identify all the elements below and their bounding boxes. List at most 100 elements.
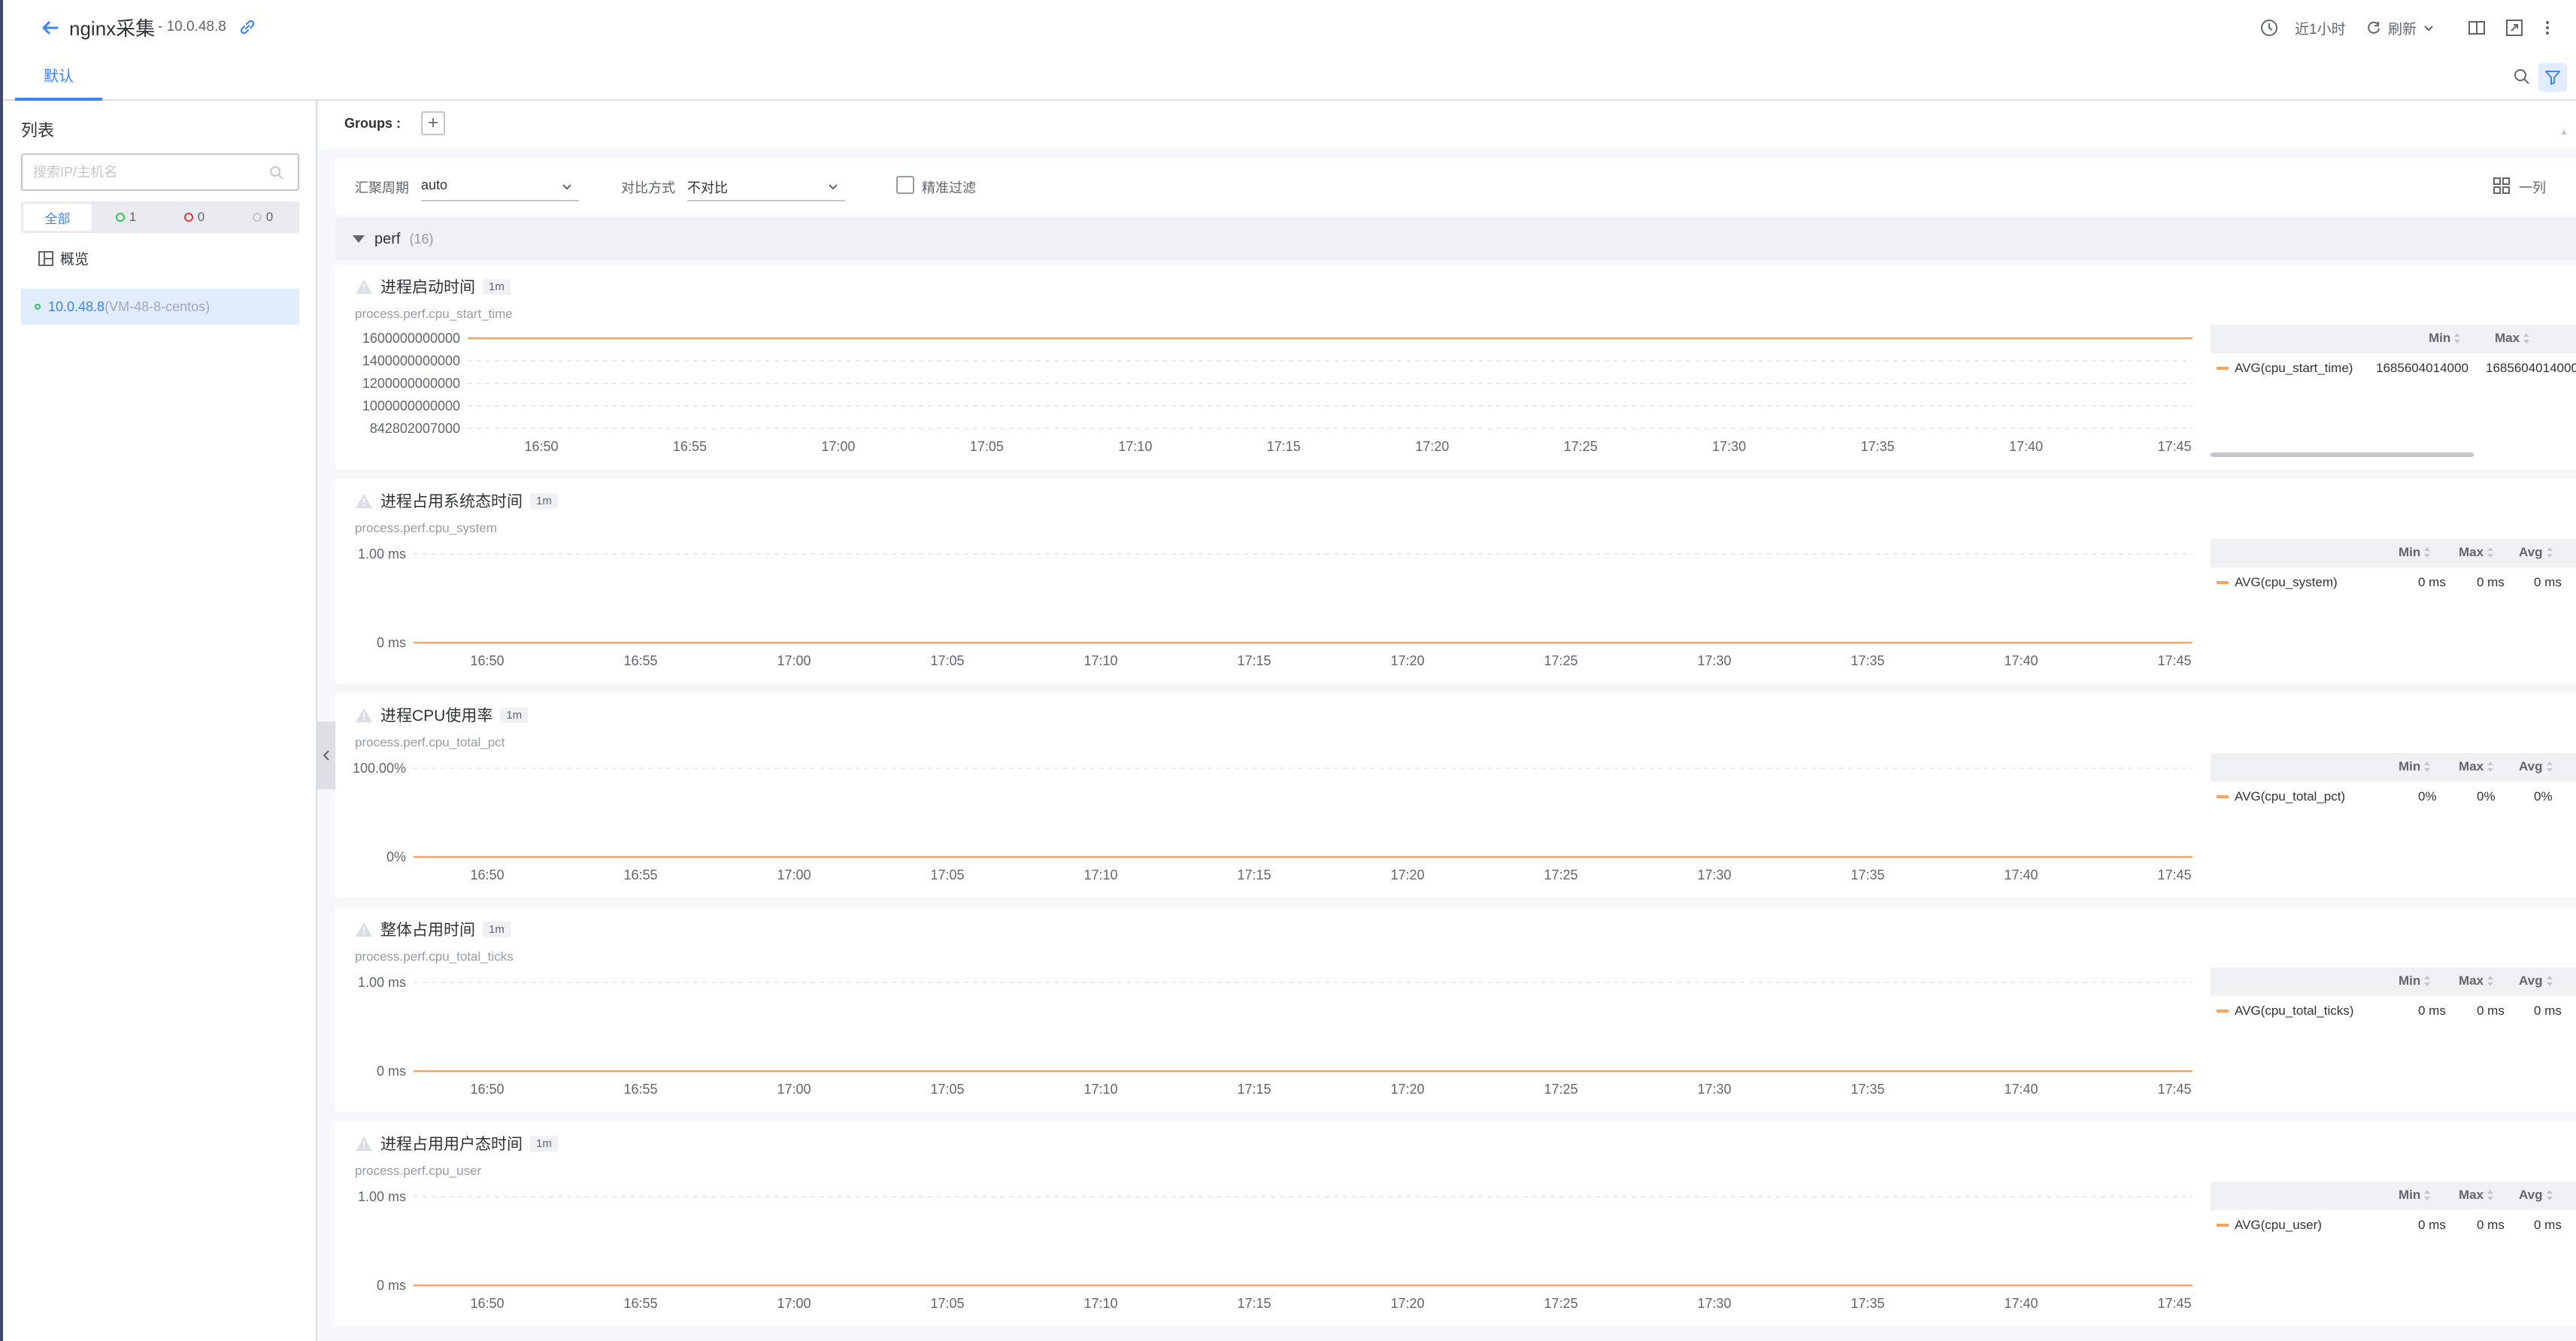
legend-header-label: Max: [2459, 973, 2484, 988]
legend-sort-max[interactable]: Max: [2459, 973, 2494, 988]
x-tick-label: 17:05: [930, 653, 964, 668]
legend-sort-avg[interactable]: Avg: [2519, 759, 2553, 774]
x-tick-label: 17:35: [1850, 1082, 1884, 1097]
legend-swatch: [2217, 1224, 2229, 1227]
legend-value: 1685604014000: [2376, 361, 2468, 375]
x-tick-label: 17:00: [821, 439, 855, 454]
x-tick-label: 17:10: [1083, 867, 1117, 882]
host-status-dot: [35, 304, 41, 310]
add-group-button[interactable]: +: [421, 111, 445, 135]
overview-item[interactable]: 概览: [38, 248, 89, 268]
legend-value: 0 ms: [2534, 1218, 2562, 1232]
x-tick-label: 17:10: [1118, 439, 1152, 454]
legend-sort-min[interactable]: Min: [2399, 545, 2431, 560]
grid-layout-icon[interactable]: [2492, 176, 2511, 195]
x-tick-label: 17:35: [1850, 1296, 1884, 1311]
line-chart: 1.00 ms 0 ms 16:50 16:55 17:00 17:05 17:10 17:1…: [358, 546, 2193, 668]
legend-header-label: Max: [2495, 331, 2520, 345]
time-range-selector[interactable]: 近1小时: [2259, 15, 2346, 41]
filter-icon[interactable]: [2538, 63, 2567, 92]
x-tick-label: 17:15: [1237, 1296, 1271, 1311]
status-filter-all-label: 全部: [44, 211, 71, 226]
status-filter-all[interactable]: 全部: [23, 204, 92, 231]
status-filter-nodata[interactable]: 0: [229, 204, 297, 231]
x-tick-label: 17:05: [930, 1296, 964, 1311]
collapse-sidebar-button[interactable]: [317, 722, 335, 789]
x-tick-label: 17:25: [1544, 1296, 1577, 1311]
host-search-input[interactable]: [21, 153, 299, 191]
chart-legend-table: Min Max Avg AVG(cpu_system) 0 ms 0 ms 0 ms: [2211, 539, 2576, 677]
legend-value: 0 ms: [2418, 575, 2446, 589]
x-tick-label: 16:55: [623, 1296, 657, 1311]
precise-filter-checkbox[interactable]: [896, 176, 914, 194]
link-icon[interactable]: [238, 17, 257, 37]
compare-value: 不对比: [687, 180, 728, 195]
search-icon[interactable]: [2511, 66, 2532, 87]
sort-icon: [2487, 761, 2494, 772]
legend-row[interactable]: AVG(cpu_start_time) 1685604014000 16856040…: [2211, 353, 2576, 383]
x-tick-label: 17:25: [1544, 1082, 1577, 1097]
x-tick-label: 17:35: [1850, 867, 1884, 882]
legend-sort-max[interactable]: Max: [2459, 545, 2494, 560]
legend-row[interactable]: AVG(cpu_total_ticks) 0 ms 0 ms 0 ms: [2211, 996, 2576, 1026]
chart-panel: 整体占用时间 1m process.perf.cpu_total_ticks 1.00…: [335, 907, 2576, 1112]
page-title: nginx采集: [69, 17, 156, 40]
legend-sort-min[interactable]: Min: [2399, 1188, 2431, 1203]
status-dot: [183, 213, 193, 222]
x-tick-label: 17:45: [2157, 1296, 2191, 1311]
x-tick-label: 17:15: [1267, 439, 1301, 454]
compare-select[interactable]: 不对比: [687, 171, 845, 201]
legend-sort-min[interactable]: Min: [2399, 759, 2431, 774]
host-name: (VM-48-8-centos): [105, 298, 211, 314]
fullscreen-icon[interactable]: [2504, 15, 2525, 41]
refresh-selector[interactable]: 刷新: [2365, 15, 2435, 41]
legend-series-name: AVG(cpu_total_pct): [2235, 789, 2346, 804]
scroll-up-icon[interactable]: ▲: [2559, 126, 2568, 137]
y-tick-label: 0 ms: [377, 1064, 406, 1079]
y-tick-label: 1.00 ms: [358, 1189, 406, 1204]
split-view-icon[interactable]: [2466, 15, 2487, 41]
legend-sort-avg[interactable]: Avg: [2519, 545, 2553, 560]
x-tick-label: 17:15: [1237, 867, 1271, 882]
legend-series-name: AVG(cpu_system): [2235, 575, 2338, 589]
more-icon[interactable]: [2543, 15, 2552, 41]
legend-sort-min[interactable]: Min: [2399, 973, 2431, 988]
sidebar-edge: [0, 0, 3, 1341]
legend-sort-min[interactable]: Min: [2429, 331, 2461, 346]
host-list-item[interactable]: 10.0.48.8 (VM-48-8-centos): [21, 289, 299, 325]
chart-panel: 进程启动时间 1m process.perf.cpu_start_time 16000…: [335, 265, 2576, 469]
precise-filter-label: 精准过滤: [922, 180, 976, 195]
legend-sort-max[interactable]: Max: [2459, 759, 2494, 774]
status-filter-error[interactable]: 0: [160, 204, 229, 231]
sort-icon: [2424, 976, 2431, 986]
legend-row[interactable]: AVG(cpu_user) 0 ms 0 ms 0 ms: [2211, 1210, 2576, 1240]
search-icon[interactable]: [268, 164, 286, 182]
legend-row[interactable]: AVG(cpu_system) 0 ms 0 ms 0 ms: [2211, 568, 2576, 598]
legend-sort-max[interactable]: Max: [2495, 331, 2530, 346]
legend-horizontal-scrollbar[interactable]: [2211, 453, 2474, 457]
chevron-down-icon: [562, 184, 571, 190]
back-arrow-icon[interactable]: [38, 15, 63, 41]
legend-sort-max[interactable]: Max: [2459, 1188, 2494, 1203]
status-filter: 全部 1 0 0: [21, 201, 299, 233]
chart-panel: 进程占用用户态时间 1m process.perf.cpu_user 1.00 ms 0…: [335, 1122, 2576, 1326]
x-tick-label: 17:20: [1390, 867, 1424, 882]
legend-row[interactable]: AVG(cpu_total_pct) 0% 0% 0%: [2211, 782, 2576, 812]
host-ip: 10.0.48.8: [48, 298, 105, 314]
list-title: 列表: [21, 121, 55, 140]
legend-series-name: AVG(cpu_total_ticks): [2235, 1003, 2354, 1018]
status-filter-normal[interactable]: 1: [92, 204, 160, 231]
chevron-left-icon: [323, 750, 329, 761]
x-tick-label: 17:30: [1697, 653, 1731, 668]
group-header-perf[interactable]: perf (16): [335, 218, 2576, 260]
legend-sort-avg[interactable]: Avg: [2519, 1188, 2553, 1203]
sort-icon: [2546, 976, 2553, 986]
legend-header-label: Avg: [2519, 545, 2543, 559]
tab-default[interactable]: 默认: [15, 63, 102, 101]
y-tick-label: 1200000000000: [362, 376, 460, 391]
x-tick-label: 17:45: [2157, 439, 2191, 454]
period-select[interactable]: auto: [421, 171, 579, 201]
x-tick-label: 17:00: [777, 867, 811, 882]
legend-sort-avg[interactable]: Avg: [2519, 973, 2553, 988]
legend-header: Min Max Avg: [2211, 753, 2576, 782]
